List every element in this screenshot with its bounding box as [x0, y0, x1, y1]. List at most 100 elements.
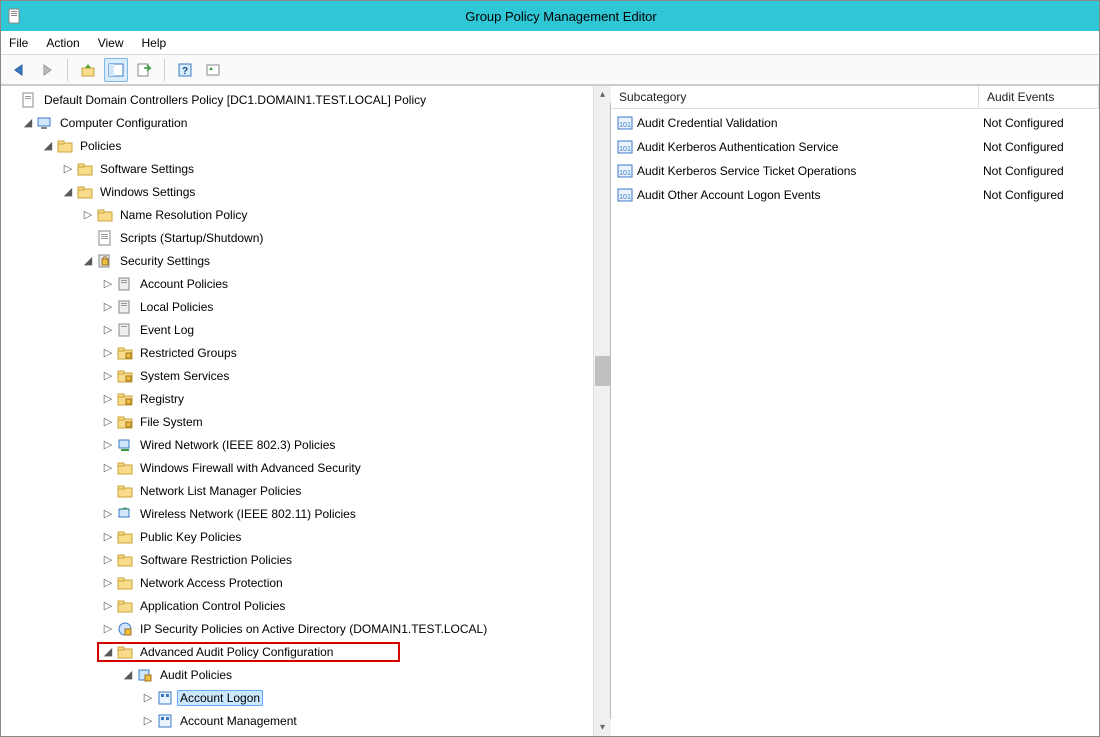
tree-restricted-groups[interactable]: ▷ Restricted Groups — [1, 341, 593, 364]
tree-label: Name Resolution Policy — [117, 207, 250, 223]
tree-policies[interactable]: ◢ Policies — [1, 134, 593, 157]
tree-windows-settings[interactable]: ◢ Windows Settings — [1, 180, 593, 203]
window-title: Group Policy Management Editor — [29, 9, 1093, 24]
tree-audit-policies[interactable]: ◢ Audit Policies — [1, 663, 593, 686]
expander-icon[interactable]: ◢ — [21, 116, 35, 129]
column-audit-events[interactable]: Audit Events — [979, 86, 1099, 108]
expander-icon[interactable]: ▷ — [101, 553, 115, 566]
expander-icon[interactable]: ◢ — [61, 185, 75, 198]
tree-file-system[interactable]: ▷ File System — [1, 410, 593, 433]
tree-ipsec[interactable]: ▷ IP Security Policies on Active Directo… — [1, 617, 593, 640]
tree-acp[interactable]: ▷ Application Control Policies — [1, 594, 593, 617]
policy-icon — [117, 299, 133, 315]
expander-icon[interactable]: ▷ — [101, 622, 115, 635]
tree-registry[interactable]: ▷ Registry — [1, 387, 593, 410]
tree-scripts[interactable]: Scripts (Startup/Shutdown) — [1, 226, 593, 249]
up-button[interactable] — [76, 58, 100, 82]
security-icon — [97, 253, 113, 269]
tree-wireless[interactable]: ▷ Wireless Network (IEEE 802.11) Policie… — [1, 502, 593, 525]
tree-label: Network List Manager Policies — [137, 483, 304, 499]
list-item-events: Not Configured — [983, 140, 1093, 154]
tree-system-services[interactable]: ▷ System Services — [1, 364, 593, 387]
expander-icon[interactable]: ▷ — [101, 530, 115, 543]
back-button[interactable] — [7, 58, 31, 82]
tree-computer-configuration[interactable]: ◢ Computer Configuration — [1, 111, 593, 134]
expander-icon[interactable]: ▷ — [101, 576, 115, 589]
scroll-down-icon[interactable]: ▾ — [594, 719, 611, 736]
tree-nap[interactable]: ▷ Network Access Protection — [1, 571, 593, 594]
tree-pki[interactable]: ▷ Public Key Policies — [1, 525, 593, 548]
folder-icon — [117, 529, 133, 545]
tree-root[interactable]: Default Domain Controllers Policy [DC1.D… — [1, 88, 593, 111]
expander-icon[interactable]: ▷ — [101, 392, 115, 405]
tree-label: Wired Network (IEEE 802.3) Policies — [137, 437, 338, 453]
tree-account-logon[interactable]: ▷ Account Logon — [1, 686, 593, 709]
list-item[interactable]: 101 Audit Kerberos Authentication Servic… — [611, 135, 1099, 159]
toolbar-separator — [67, 59, 68, 81]
expander-icon[interactable]: ▷ — [81, 208, 95, 221]
tree-pane: Default Domain Controllers Policy [DC1.D… — [1, 86, 611, 736]
menu-file[interactable]: File — [9, 36, 28, 50]
scroll-up-icon[interactable]: ▴ — [594, 86, 611, 103]
expander-icon[interactable]: ▷ — [101, 438, 115, 451]
tree-software-settings[interactable]: ▷ Software Settings — [1, 157, 593, 180]
tree-firewall[interactable]: ▷ Windows Firewall with Advanced Securit… — [1, 456, 593, 479]
expander-icon[interactable]: ◢ — [81, 254, 95, 267]
expander-icon[interactable]: ▷ — [101, 461, 115, 474]
menu-help[interactable]: Help — [142, 36, 167, 50]
list-item-events: Not Configured — [983, 188, 1093, 202]
list-item-events: Not Configured — [983, 164, 1093, 178]
export-list-button[interactable] — [132, 58, 156, 82]
locked-folder-icon — [117, 391, 133, 407]
expander-icon[interactable]: ▷ — [101, 300, 115, 313]
tree-view[interactable]: Default Domain Controllers Policy [DC1.D… — [1, 86, 593, 736]
expander-icon[interactable]: ▷ — [101, 277, 115, 290]
vertical-scrollbar[interactable]: ▴ ▾ — [593, 86, 610, 736]
tree-label: Advanced Audit Policy Configuration — [137, 644, 336, 660]
expander-icon[interactable]: ▷ — [101, 599, 115, 612]
expander-icon[interactable]: ▷ — [101, 369, 115, 382]
tree-name-resolution[interactable]: ▷ Name Resolution Policy — [1, 203, 593, 226]
options-button[interactable] — [201, 58, 225, 82]
forward-button[interactable] — [35, 58, 59, 82]
tree-nlm[interactable]: Network List Manager Policies — [1, 479, 593, 502]
list-item[interactable]: 101 Audit Kerberos Service Ticket Operat… — [611, 159, 1099, 183]
list-item[interactable]: 101 Audit Other Account Logon Events Not… — [611, 183, 1099, 207]
help-button[interactable]: ? — [173, 58, 197, 82]
tree-local-policies[interactable]: ▷ Local Policies — [1, 295, 593, 318]
category-icon — [157, 690, 173, 706]
expander-icon[interactable]: ◢ — [101, 645, 115, 658]
expander-icon[interactable]: ◢ — [41, 139, 55, 152]
policy-doc-icon — [21, 92, 37, 108]
menu-action[interactable]: Action — [46, 36, 79, 50]
tree-wired-network[interactable]: ▷ Wired Network (IEEE 802.3) Policies — [1, 433, 593, 456]
svg-text:101: 101 — [619, 170, 631, 177]
tree-security-settings[interactable]: ◢ Security Settings — [1, 249, 593, 272]
expander-icon[interactable] — [5, 94, 19, 106]
expander-icon[interactable]: ▷ — [101, 323, 115, 336]
tree-srp[interactable]: ▷ Software Restriction Policies — [1, 548, 593, 571]
expander-icon[interactable]: ▷ — [141, 714, 155, 727]
expander-icon[interactable]: ▷ — [101, 507, 115, 520]
list-item[interactable]: 101 Audit Credential Validation Not Conf… — [611, 111, 1099, 135]
folder-icon — [77, 184, 93, 200]
menu-view[interactable]: View — [98, 36, 124, 50]
expander-icon[interactable]: ▷ — [141, 691, 155, 704]
expander-icon[interactable]: ▷ — [101, 415, 115, 428]
tree-account-management[interactable]: ▷ Account Management — [1, 709, 593, 732]
tree-account-policies[interactable]: ▷ Account Policies — [1, 272, 593, 295]
ipsec-icon — [117, 621, 133, 637]
expander-icon[interactable] — [81, 232, 95, 244]
expander-icon[interactable]: ◢ — [121, 668, 135, 681]
expander-icon[interactable] — [101, 485, 115, 497]
show-hide-tree-button[interactable] — [104, 58, 128, 82]
tree-label: IP Security Policies on Active Directory… — [137, 621, 490, 637]
expander-icon[interactable]: ▷ — [61, 162, 75, 175]
tree-event-log[interactable]: ▷ Event Log — [1, 318, 593, 341]
column-subcategory[interactable]: Subcategory — [611, 86, 979, 108]
tree-label: Policies — [77, 138, 124, 154]
tree-label: Event Log — [137, 322, 197, 338]
scroll-thumb[interactable] — [595, 356, 610, 386]
expander-icon[interactable]: ▷ — [101, 346, 115, 359]
tree-aapc[interactable]: ◢ Advanced Audit Policy Configuration — [1, 640, 593, 663]
